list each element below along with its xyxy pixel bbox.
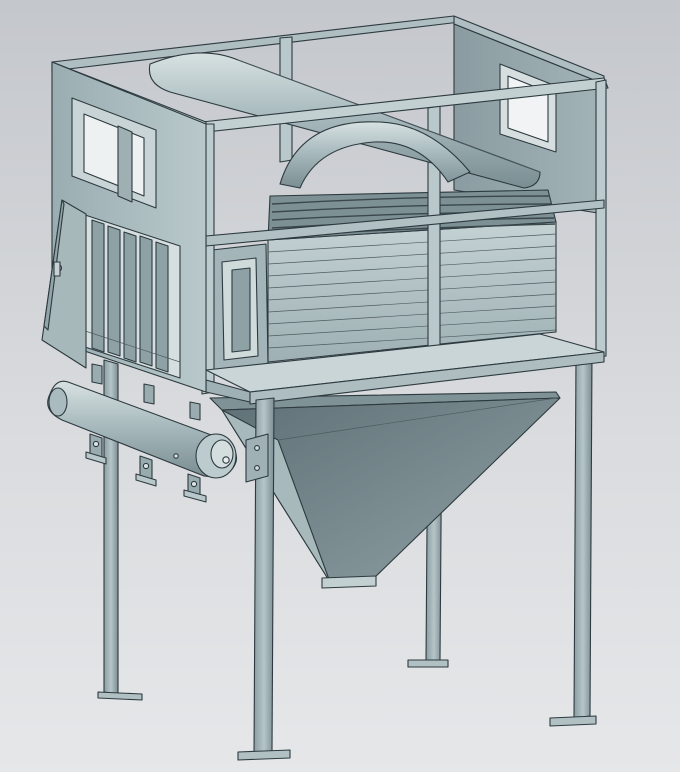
side-door <box>41 199 87 369</box>
dryer-hopper-model <box>41 15 609 761</box>
cad-viewport[interactable] <box>0 0 680 772</box>
coil-tubes <box>91 219 169 373</box>
